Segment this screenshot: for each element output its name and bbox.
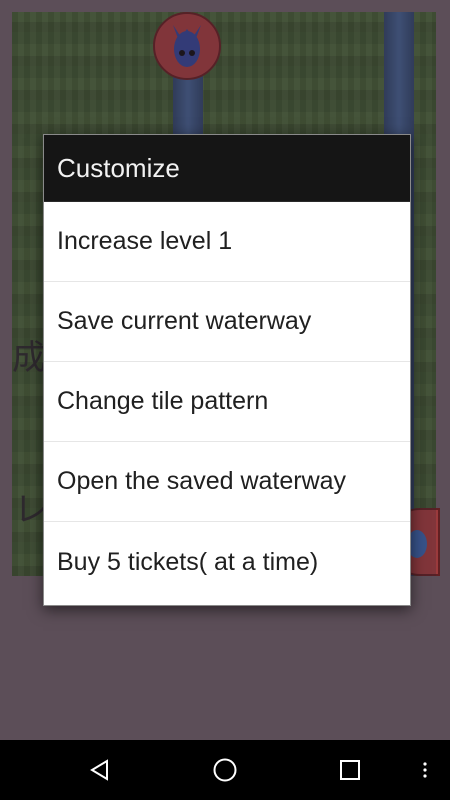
customize-dialog: Customize Increase level 1 Save current … xyxy=(43,134,411,606)
system-navigation-bar xyxy=(0,740,450,800)
home-button[interactable] xyxy=(200,740,250,800)
menu-item-open-saved-waterway[interactable]: Open the saved waterway xyxy=(44,442,410,522)
back-triangle-icon xyxy=(90,759,108,781)
menu-item-save-waterway[interactable]: Save current waterway xyxy=(44,282,410,362)
home-circle-icon xyxy=(213,758,237,782)
back-button[interactable] xyxy=(75,740,125,800)
more-options-button[interactable] xyxy=(410,740,440,800)
menu-item-increase-level[interactable]: Increase level 1 xyxy=(44,202,410,282)
more-vertical-icon xyxy=(423,762,427,778)
menu-list: Increase level 1 Save current waterway C… xyxy=(44,202,410,602)
menu-item-buy-tickets[interactable]: Buy 5 tickets( at a time) xyxy=(44,522,410,602)
menu-item-change-tile-pattern[interactable]: Change tile pattern xyxy=(44,362,410,442)
recent-apps-square-icon xyxy=(340,760,360,780)
dialog-title: Customize xyxy=(44,135,410,202)
recent-apps-button[interactable] xyxy=(325,740,375,800)
